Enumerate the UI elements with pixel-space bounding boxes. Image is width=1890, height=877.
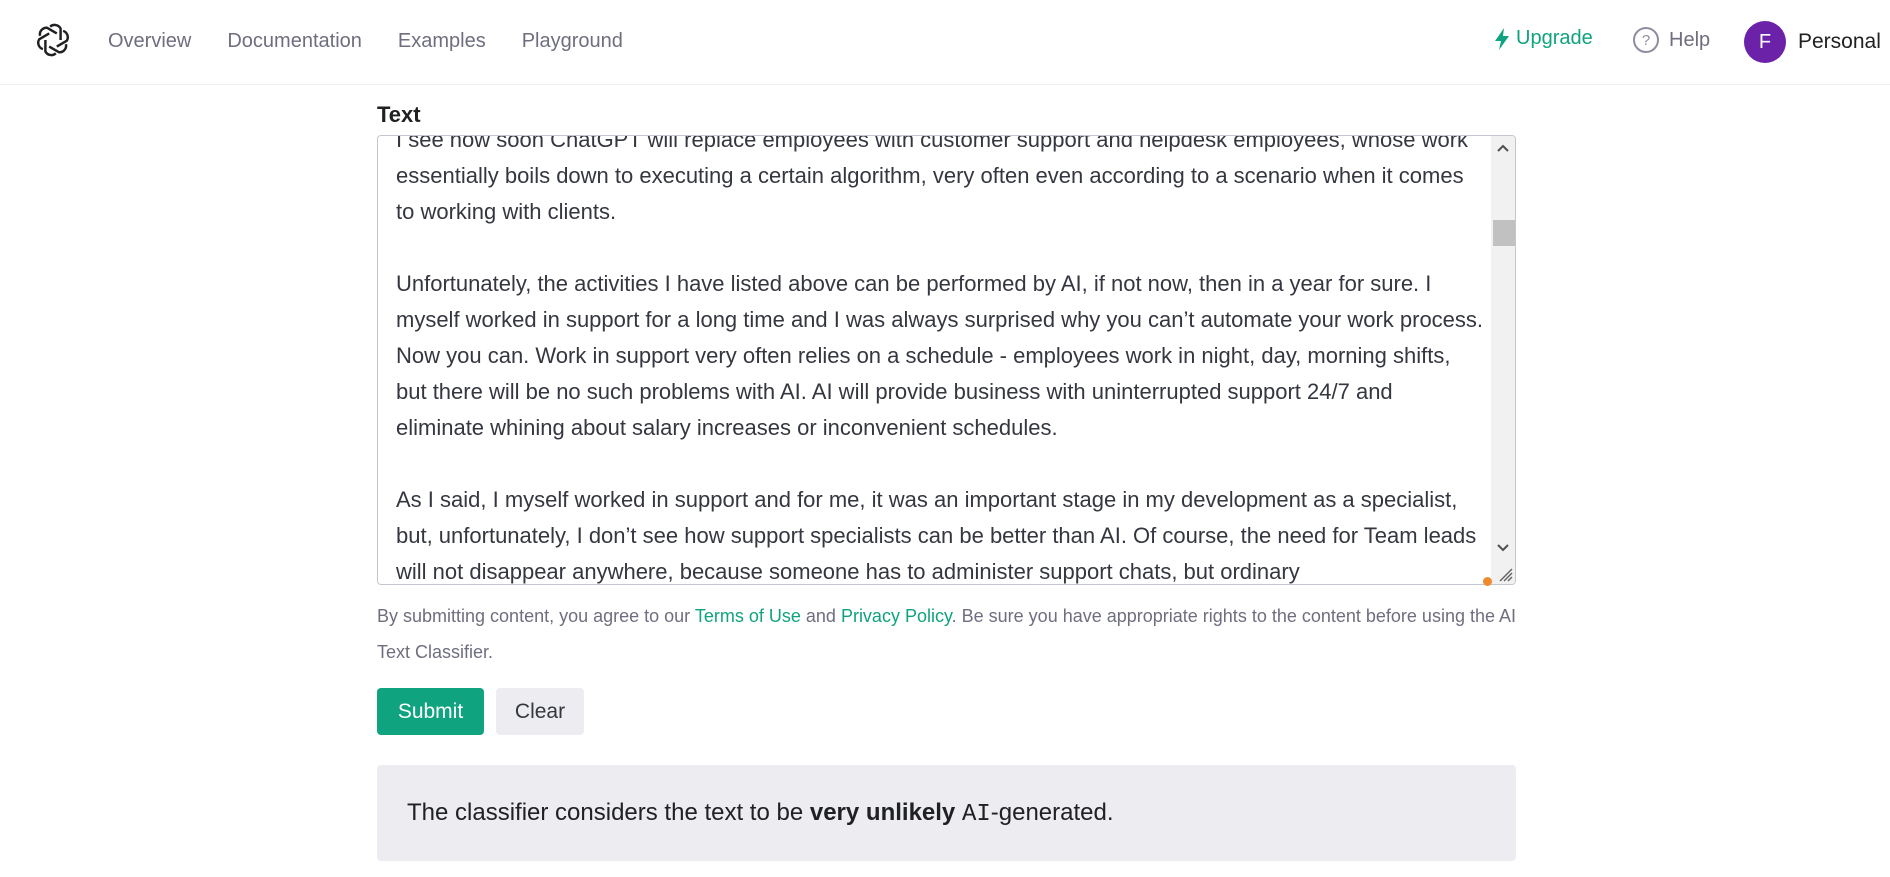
text-input-value[interactable]: I see how soon ChatGPT will replace empl… — [396, 136, 1486, 584]
openai-logo-icon[interactable] — [34, 21, 72, 59]
nav-playground[interactable]: Playground — [522, 30, 623, 53]
scroll-down-arrow-icon[interactable] — [1491, 536, 1515, 560]
help-label: Help — [1669, 28, 1711, 51]
disclaimer-and: and — [800, 606, 841, 626]
result-verdict: very unlikely — [809, 798, 956, 826]
scroll-up-arrow-icon[interactable] — [1491, 136, 1515, 160]
terms-of-use-link[interactable]: Terms of Use — [695, 606, 801, 626]
text-input-area[interactable]: I see how soon ChatGPT will replace empl… — [377, 135, 1516, 585]
nav-overview[interactable]: Overview — [108, 30, 191, 53]
text-field-label: Text — [377, 102, 421, 127]
classification-result: The classifier considers the text to be … — [377, 765, 1516, 861]
resize-handle-icon[interactable] — [1495, 564, 1513, 582]
avatar: F — [1744, 21, 1786, 63]
clear-button[interactable]: Clear — [496, 688, 584, 735]
disclaimer-prefix: By submitting content, you agree to our — [377, 606, 695, 626]
result-suffix: -generated. — [990, 798, 1114, 826]
scroll-thumb[interactable] — [1493, 220, 1515, 246]
disclaimer-suffix: . Be sure you have appropriate rights to… — [951, 606, 1499, 626]
main-nav: Overview Documentation Examples Playgrou… — [108, 0, 659, 82]
top-navigation-bar: Overview Documentation Examples Playgrou… — [0, 0, 1890, 85]
submit-button[interactable]: Submit — [377, 688, 484, 735]
textarea-scrollbar[interactable] — [1491, 136, 1515, 584]
result-ai: AI — [961, 800, 991, 828]
privacy-policy-link[interactable]: Privacy Policy — [841, 606, 952, 626]
disclaimer-text: By submitting content, you agree to our … — [377, 598, 1527, 670]
lightning-icon — [1495, 27, 1509, 50]
question-circle-icon: ? — [1633, 27, 1659, 53]
account-menu[interactable]: F Personal — [1744, 21, 1881, 63]
upgrade-label: Upgrade — [1516, 27, 1593, 49]
nav-documentation[interactable]: Documentation — [227, 30, 362, 53]
result-text: The classifier considers the text to be … — [407, 799, 1114, 828]
nav-examples[interactable]: Examples — [398, 30, 486, 53]
disclaimer-end: . — [488, 642, 494, 662]
upgrade-link[interactable]: Upgrade — [1494, 27, 1593, 50]
result-prefix: The classifier considers the text to be — [407, 798, 810, 826]
account-name: Personal — [1798, 30, 1881, 53]
grammar-indicator-dot[interactable] — [1483, 577, 1492, 586]
help-link[interactable]: ? Help — [1633, 27, 1710, 53]
